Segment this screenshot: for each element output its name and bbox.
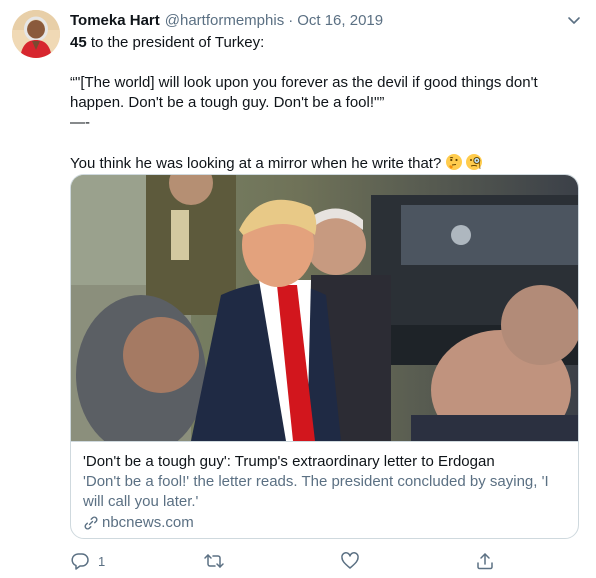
face-with-monocle-icon (466, 154, 483, 170)
user-handle[interactable]: @hartformemphis (165, 12, 284, 29)
card-domain-text: nbcnews.com (102, 514, 194, 531)
link-icon (84, 516, 98, 530)
avatar[interactable] (12, 10, 60, 58)
display-name[interactable]: Tomeka Hart (70, 12, 160, 29)
share-button[interactable] (475, 550, 495, 572)
avatar-image (12, 10, 60, 58)
retweet-button[interactable] (203, 550, 233, 572)
card-image (71, 175, 578, 455)
tweet-line-question: You think he was looking at a mirror whe… (70, 153, 570, 174)
separator-dot: · (288, 11, 294, 29)
chevron-down-icon (568, 17, 580, 24)
heart-icon (341, 552, 359, 569)
action-bar: 1 (70, 550, 510, 572)
card-photo (71, 175, 578, 455)
link-card[interactable]: 'Don't be a tough guy': Trump's extraord… (70, 174, 579, 539)
share-icon (477, 553, 493, 570)
like-button[interactable] (340, 550, 368, 572)
tweet-date[interactable]: Oct 16, 2019 (297, 12, 383, 29)
tweet-line-question-text: You think he was looking at a mirror whe… (70, 155, 442, 172)
tweet-line-quote: “"[The world] will look upon you forever… (70, 74, 538, 111)
tweet-line-1-rest: to the president of Turkey: (86, 34, 265, 51)
tweet-line-1: 45 to the president of Turkey: (70, 33, 570, 53)
more-options-button[interactable] (564, 10, 584, 30)
card-description: 'Don't be a fool!' the letter reads. The… (83, 473, 549, 510)
tweet[interactable]: Tomeka Hart @hartformemphis · Oct 16, 20… (0, 0, 596, 578)
tweet-line-dash: —- (70, 114, 90, 131)
tweet-line-1-bold: 45 (70, 34, 87, 51)
reply-count: 1 (98, 553, 106, 569)
tweet-header: Tomeka Hart @hartformemphis · Oct 16, 20… (70, 10, 584, 30)
tweet-text: 45 to the president of Turkey: “"[The wo… (70, 33, 570, 174)
reply-button[interactable]: 1 (70, 550, 105, 572)
card-title: 'Don't be a tough guy': Trump's extraord… (83, 453, 495, 470)
card-body: 'Don't be a tough guy': Trump's extraord… (71, 441, 578, 538)
retweet-icon (204, 554, 224, 568)
reply-icon (71, 553, 89, 570)
thinking-face-icon (446, 154, 463, 170)
card-domain: nbcnews.com (83, 513, 566, 533)
